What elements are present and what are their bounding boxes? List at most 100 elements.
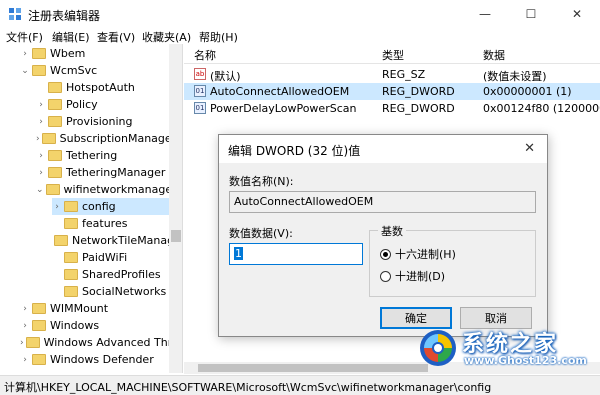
tree-item-label: Provisioning	[66, 115, 133, 128]
tree-item-provisioning[interactable]: › Provisioning	[36, 113, 169, 130]
value-row-default[interactable]: ab (默认) REG_SZ (数值未设置)	[184, 66, 600, 83]
value-list-header: 名称 类型 数据	[184, 44, 600, 64]
title-bar: 注册表编辑器 — ☐ ✕	[0, 0, 600, 28]
expand-arrow-icon[interactable]: ›	[20, 338, 24, 348]
tree-item-label: Windows Advanced Threat	[43, 336, 169, 349]
tree-item-paidwifi[interactable]: PaidWiFi	[52, 249, 169, 266]
folder-icon	[25, 337, 40, 348]
tree-item-policy[interactable]: › Policy	[36, 96, 169, 113]
menu-help[interactable]: 帮助(H)	[199, 29, 238, 45]
column-header-type[interactable]: 类型	[382, 47, 404, 63]
expand-arrow-icon[interactable]: ›	[20, 49, 30, 59]
value-row-powerdelaylowpowerscan[interactable]: 01 PowerDelayLowPowerScan REG_DWORD 0x00…	[184, 100, 600, 117]
scrollbar-thumb[interactable]	[198, 364, 428, 372]
tree-item-tethering[interactable]: › Tethering	[36, 147, 169, 164]
menu-favorites[interactable]: 收藏夹(A)	[142, 29, 191, 45]
tree-item-label: WcmSvc	[50, 64, 98, 77]
tree-item-label: WIMMount	[50, 302, 109, 315]
folder-icon	[41, 133, 56, 144]
folder-icon	[54, 235, 68, 246]
tree-item-socialnetworks[interactable]: SocialNetworks	[52, 283, 169, 300]
folder-icon	[32, 320, 46, 331]
dialog-close-icon[interactable]: ✕	[524, 141, 535, 156]
tree-item-wcmsvc[interactable]: ⌄ WcmSvc	[20, 62, 169, 79]
value-data-input[interactable]: 1	[229, 243, 363, 265]
hex-radio-option[interactable]: 十六进制(H)	[380, 246, 456, 262]
base-groupbox: 基数 十六进制(H) 十进制(D)	[369, 223, 536, 297]
dialog-title-bar: 编辑 DWORD (32 位)值 ✕	[219, 135, 547, 163]
collapse-arrow-icon[interactable]: ⌄	[36, 185, 44, 195]
collapse-arrow-icon[interactable]: ⌄	[20, 66, 30, 76]
tree-item-label: SubscriptionManager	[59, 132, 177, 145]
dword-value-icon: 01	[194, 102, 206, 114]
tree-item-sharedprofiles[interactable]: SharedProfiles	[52, 266, 169, 283]
expand-arrow-icon[interactable]: ›	[20, 304, 30, 314]
maximize-icon: ☐	[525, 7, 537, 21]
value-name: PowerDelayLowPowerScan	[210, 102, 357, 115]
maximize-button[interactable]: ☐	[508, 0, 554, 28]
expand-arrow-icon[interactable]: ›	[36, 151, 46, 161]
folder-icon	[64, 252, 78, 263]
value-row-autoconnectallowedoem[interactable]: 01 AutoConnectAllowedOEM REG_DWORD 0x000…	[184, 83, 600, 100]
value-name-field: AutoConnectAllowedOEM	[229, 191, 536, 213]
tree-item-wbem[interactable]: › Wbem	[20, 45, 169, 62]
tree-item-hotspotauth[interactable]: HotspotAuth	[36, 79, 169, 96]
tree-item-label: HotspotAuth	[66, 81, 135, 94]
column-header-name[interactable]: 名称	[194, 47, 216, 63]
registry-editor-icon	[9, 8, 21, 20]
radio-checked-icon[interactable]	[380, 248, 391, 260]
tree-item-windows-defender[interactable]: › Windows Defender	[20, 351, 169, 368]
swirl-logo-icon	[420, 330, 456, 366]
expand-arrow-icon[interactable]: ›	[36, 168, 46, 178]
dialog-title: 编辑 DWORD (32 位)值	[228, 144, 361, 158]
menu-file[interactable]: 文件(F)	[6, 29, 43, 45]
edit-dword-dialog: 编辑 DWORD (32 位)值 ✕ 数值名称(N): AutoConnectA…	[218, 134, 548, 337]
value-data: (数值未设置)	[483, 70, 547, 83]
folder-icon	[32, 48, 46, 59]
window-title: 注册表编辑器	[28, 9, 101, 23]
tree-item-wifinetworkmanager[interactable]: ⌄ wifinetworkmanager	[36, 181, 177, 198]
expand-arrow-icon[interactable]: ›	[36, 117, 46, 127]
tree-item-wimmount[interactable]: › WIMMount	[20, 300, 169, 317]
tree-item-label: features	[82, 217, 128, 230]
dec-radio-label: 十进制(D)	[395, 270, 446, 283]
tree-item-config[interactable]: › config	[52, 198, 169, 215]
tree-item-label: wifinetworkmanager	[63, 183, 177, 196]
tree-item-subscriptionmanager[interactable]: › SubscriptionManager	[36, 130, 176, 147]
tree-item-tetheringmanager[interactable]: › TetheringManager	[36, 164, 169, 181]
folder-icon	[48, 167, 62, 178]
tree-item-windows[interactable]: › Windows	[20, 317, 169, 334]
tree-item-windows-advanced-threat[interactable]: › Windows Advanced Threat	[20, 334, 169, 351]
minimize-button[interactable]: —	[462, 0, 508, 28]
close-button[interactable]: ✕	[554, 0, 600, 28]
dword-value-icon: 01	[194, 85, 206, 97]
value-name: AutoConnectAllowedOEM	[210, 85, 350, 98]
value-data: 0x00124f80 (1200000)	[483, 102, 600, 115]
radio-unchecked-icon[interactable]	[380, 270, 391, 282]
status-bar: 计算机\HKEY_LOCAL_MACHINE\SOFTWARE\Microsof…	[0, 375, 600, 395]
folder-icon	[32, 303, 46, 314]
expand-arrow-icon[interactable]: ›	[20, 355, 30, 365]
registry-tree: › Wbem ⌄ WcmSvc HotspotAuth › Policy › P…	[0, 44, 183, 373]
tree-item-networktilemanager[interactable]: NetworkTileManager	[52, 232, 169, 249]
close-icon: ✕	[571, 7, 583, 21]
expand-arrow-icon[interactable]: ›	[20, 321, 30, 331]
dec-radio-option[interactable]: 十进制(D)	[380, 268, 445, 284]
hex-radio-label: 十六进制(H)	[395, 248, 456, 261]
expand-arrow-icon[interactable]: ›	[52, 202, 62, 212]
expand-arrow-icon[interactable]: ›	[36, 100, 46, 110]
value-name: (默认)	[210, 70, 241, 83]
registry-path: 计算机\HKEY_LOCAL_MACHINE\SOFTWARE\Microsof…	[4, 381, 492, 394]
menu-view[interactable]: 查看(V)	[97, 29, 135, 45]
expand-arrow-icon[interactable]: ›	[36, 134, 40, 144]
string-value-icon: ab	[194, 68, 206, 80]
tree-item-label: SharedProfiles	[82, 268, 161, 281]
tree-item-label: PaidWiFi	[82, 251, 128, 264]
scrollbar-thumb[interactable]	[171, 230, 181, 242]
tree-vertical-scrollbar[interactable]	[169, 44, 182, 373]
menu-edit[interactable]: 编辑(E)	[52, 29, 90, 45]
column-header-data[interactable]: 数据	[483, 47, 505, 63]
value-type: REG_DWORD	[382, 85, 455, 98]
folder-icon	[32, 65, 46, 76]
tree-item-features[interactable]: features	[52, 215, 169, 232]
